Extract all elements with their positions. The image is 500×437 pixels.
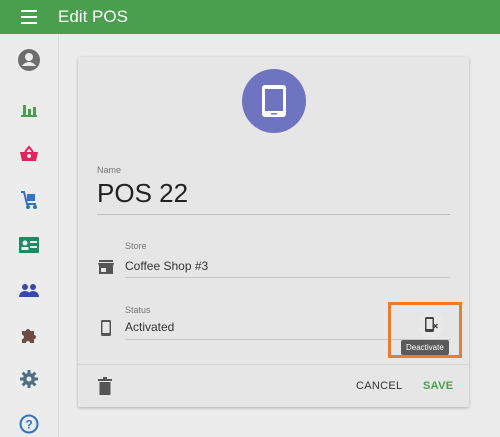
phone-icon bbox=[101, 320, 111, 336]
deactivate-highlight: Deactivate bbox=[388, 302, 462, 358]
name-input[interactable]: POS 22 bbox=[97, 178, 188, 209]
basket-icon[interactable] bbox=[16, 141, 42, 167]
save-button[interactable]: SAVE bbox=[423, 380, 453, 392]
help-icon[interactable]: ? bbox=[16, 411, 42, 437]
status-label: Status bbox=[125, 305, 151, 315]
account-circle-icon[interactable] bbox=[16, 47, 42, 73]
gear-icon[interactable] bbox=[16, 366, 42, 392]
cart-icon[interactable] bbox=[16, 187, 42, 213]
app-bar: Edit POS bbox=[0, 0, 500, 34]
id-card-icon[interactable] bbox=[16, 232, 42, 258]
bar-chart-icon[interactable] bbox=[16, 96, 42, 122]
page-title: Edit POS bbox=[58, 7, 128, 26]
sidebar: ? bbox=[0, 34, 59, 437]
deactivate-tooltip: Deactivate bbox=[401, 340, 449, 355]
deactivate-button[interactable] bbox=[418, 312, 444, 338]
svg-text:?: ? bbox=[25, 418, 32, 432]
people-icon[interactable] bbox=[16, 277, 42, 303]
menu-icon[interactable] bbox=[21, 10, 37, 24]
store-underline bbox=[125, 277, 450, 278]
store-select[interactable]: Coffee Shop #3 bbox=[125, 259, 208, 273]
store-label: Store bbox=[125, 241, 147, 251]
cancel-button[interactable]: CANCEL bbox=[356, 380, 402, 392]
name-underline bbox=[97, 214, 450, 215]
status-value: Activated bbox=[125, 320, 175, 334]
name-label: Name bbox=[97, 165, 122, 175]
tablet-icon bbox=[242, 69, 306, 133]
puzzle-icon[interactable] bbox=[16, 322, 42, 348]
card-divider bbox=[78, 364, 469, 365]
phone-off-icon bbox=[425, 317, 438, 332]
delete-icon[interactable] bbox=[98, 377, 112, 395]
store-icon bbox=[98, 260, 114, 274]
